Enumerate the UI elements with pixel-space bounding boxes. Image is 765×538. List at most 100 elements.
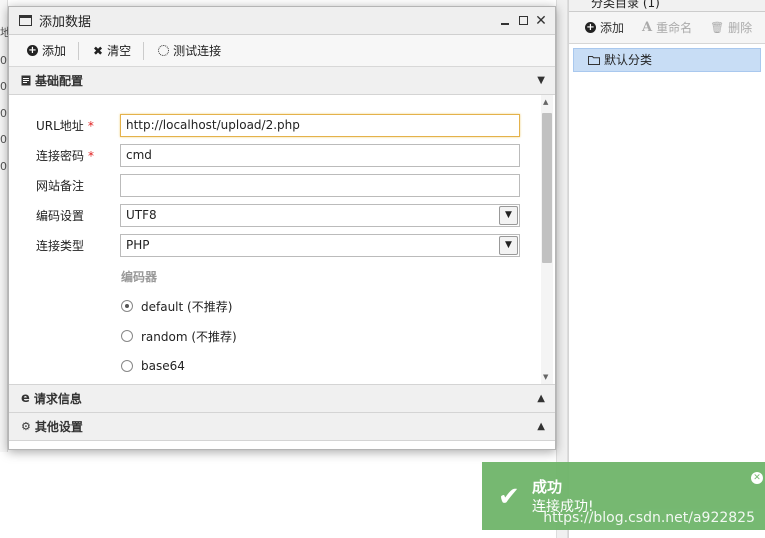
plus-circle-icon: + <box>27 45 38 56</box>
section-request-title: e 请求信息 <box>21 390 537 407</box>
minimize-icon <box>501 22 509 25</box>
chevron-up-icon[interactable]: ▲ <box>537 421 545 432</box>
category-panel: 分类目录 (1) + 添加 A 重命名 🗑 删除 默认分类 <box>568 0 765 538</box>
category-delete-button[interactable]: 🗑 删除 <box>710 19 752 36</box>
url-label-text: URL地址 <box>36 118 84 133</box>
chevron-down-icon: ▼ <box>499 205 518 225</box>
scroll-up-icon[interactable]: ▲ <box>543 98 548 106</box>
section-other-header[interactable]: ⚙ 其他设置 ▲ <box>9 413 555 441</box>
category-tree: 默认分类 <box>569 44 765 76</box>
chevron-down-icon: ▼ <box>499 235 518 255</box>
basic-config-body: URL地址 * http://localhost/upload/2.php 连接密… <box>9 95 555 385</box>
gears-icon: ⚙ <box>21 420 31 433</box>
category-rename-label: 重命名 <box>656 21 693 35</box>
bg-fragment: 0 <box>0 133 7 146</box>
tree-item-default[interactable]: 默认分类 <box>573 48 761 72</box>
encoder-option-label: random (不推荐) <box>141 329 237 344</box>
bg-fragment: 0 <box>0 80 7 93</box>
bg-fragment: 0 <box>0 54 7 67</box>
section-basic-label: 基础配置 <box>35 74 84 88</box>
password-row: 连接密码 * cmd <box>9 143 549 167</box>
note-input[interactable] <box>120 173 520 197</box>
add-button[interactable]: + 添加 <box>21 42 78 59</box>
required-mark: * <box>87 118 94 133</box>
encoding-label: 编码设置 <box>36 208 85 223</box>
dialog-titlebar[interactable]: 添加数据 ✕ <box>9 7 555 35</box>
section-other-title: ⚙ 其他设置 <box>21 418 537 435</box>
minimize-button[interactable] <box>499 15 511 27</box>
url-input[interactable]: http://localhost/upload/2.php <box>120 113 520 137</box>
note-label: 网站备注 <box>36 178 85 193</box>
folder-icon <box>588 56 600 65</box>
url-label: URL地址 * <box>9 117 120 134</box>
plus-circle-icon: + <box>585 22 596 33</box>
radio-button-checked[interactable] <box>121 300 133 312</box>
close-icon: ✕ <box>535 12 547 29</box>
close-icon[interactable]: ✕ <box>751 472 763 484</box>
category-toolbar: + 添加 A 重命名 🗑 删除 <box>569 12 765 44</box>
test-connection-label: 测试连接 <box>173 44 222 58</box>
maximize-button[interactable] <box>517 15 529 27</box>
section-request-label: 请求信息 <box>33 392 82 406</box>
note-row: 网站备注 <box>9 173 549 197</box>
font-icon: A <box>642 20 653 35</box>
bg-fragment: 0 <box>0 160 7 173</box>
category-rename-button[interactable]: A 重命名 <box>642 19 692 36</box>
encoding-value: UTF8 <box>126 208 157 222</box>
encoder-option-label: base64 <box>141 359 185 373</box>
type-select[interactable]: PHP ▼ <box>120 233 520 257</box>
password-label: 连接密码 * <box>9 147 120 164</box>
type-value: PHP <box>126 238 150 252</box>
clear-button[interactable]: ✖ 清空 <box>87 42 143 59</box>
add-button-label: 添加 <box>42 44 67 58</box>
encoding-row: 编码设置 UTF8 ▼ <box>9 203 549 227</box>
clear-button-label: 清空 <box>107 44 132 58</box>
close-button[interactable]: ✕ <box>535 12 547 29</box>
url-row: URL地址 * http://localhost/upload/2.php <box>9 113 549 137</box>
edge-icon: e <box>21 391 30 406</box>
section-request-header[interactable]: e 请求信息 ▲ <box>9 385 555 413</box>
dialog-title: 添加数据 <box>39 15 92 30</box>
bg-fragment: 0 <box>0 107 7 120</box>
scroll-down-icon[interactable]: ▼ <box>543 373 548 381</box>
toast-title: 成功 <box>532 478 563 496</box>
toolbar-divider <box>143 41 145 60</box>
encoder-option-default[interactable]: default (不推荐) <box>121 298 232 314</box>
scroll-thumb[interactable] <box>542 113 552 263</box>
category-delete-label: 删除 <box>728 21 753 35</box>
encoder-option-random[interactable]: random (不推荐) <box>121 328 237 344</box>
type-label: 连接类型 <box>36 238 85 253</box>
dialog-toolbar: + 添加 ✖ 清空 测试连接 <box>9 35 555 67</box>
password-input[interactable]: cmd <box>120 143 520 167</box>
toolbar-divider <box>78 41 80 60</box>
section-basic-header[interactable]: 基础配置 ▼ <box>9 67 555 95</box>
tree-item-label: 默认分类 <box>604 53 653 67</box>
test-connection-button[interactable]: 测试连接 <box>152 42 233 59</box>
vertical-scrollbar[interactable]: ▲ ▼ <box>541 95 553 384</box>
checkmark-icon: ✔ <box>498 482 520 512</box>
maximize-icon <box>518 16 528 25</box>
password-label-text: 连接密码 <box>36 148 85 163</box>
panel-splitter[interactable] <box>556 0 568 538</box>
encoder-option-label: default (不推荐) <box>141 299 233 314</box>
section-basic-title: 基础配置 <box>21 72 537 89</box>
required-mark: * <box>88 148 95 163</box>
background-area <box>0 452 556 538</box>
encoder-option-base64[interactable]: base64 <box>121 358 185 374</box>
category-add-button[interactable]: + 添加 <box>585 19 624 36</box>
section-other-label: 其他设置 <box>34 420 83 434</box>
encoding-select[interactable]: UTF8 ▼ <box>120 203 520 227</box>
radio-button[interactable] <box>121 330 133 342</box>
close-icon: ✖ <box>93 43 104 58</box>
type-row: 连接类型 PHP ▼ <box>9 233 549 257</box>
category-panel-title: 分类目录 (1) <box>569 0 765 12</box>
chevron-up-icon[interactable]: ▲ <box>537 393 545 404</box>
watermark: https://blog.csdn.net/a922825 <box>543 510 755 526</box>
category-add-label: 添加 <box>600 21 625 35</box>
add-data-dialog: 添加数据 ✕ + 添加 ✖ 清空 测试连接 基础配置 ▼ URL地址 * htt… <box>8 6 556 450</box>
chevron-down-icon[interactable]: ▼ <box>537 75 545 86</box>
trash-icon: 🗑 <box>710 21 725 34</box>
radio-button[interactable] <box>121 360 133 372</box>
window-icon <box>19 15 32 26</box>
document-icon <box>21 75 31 86</box>
